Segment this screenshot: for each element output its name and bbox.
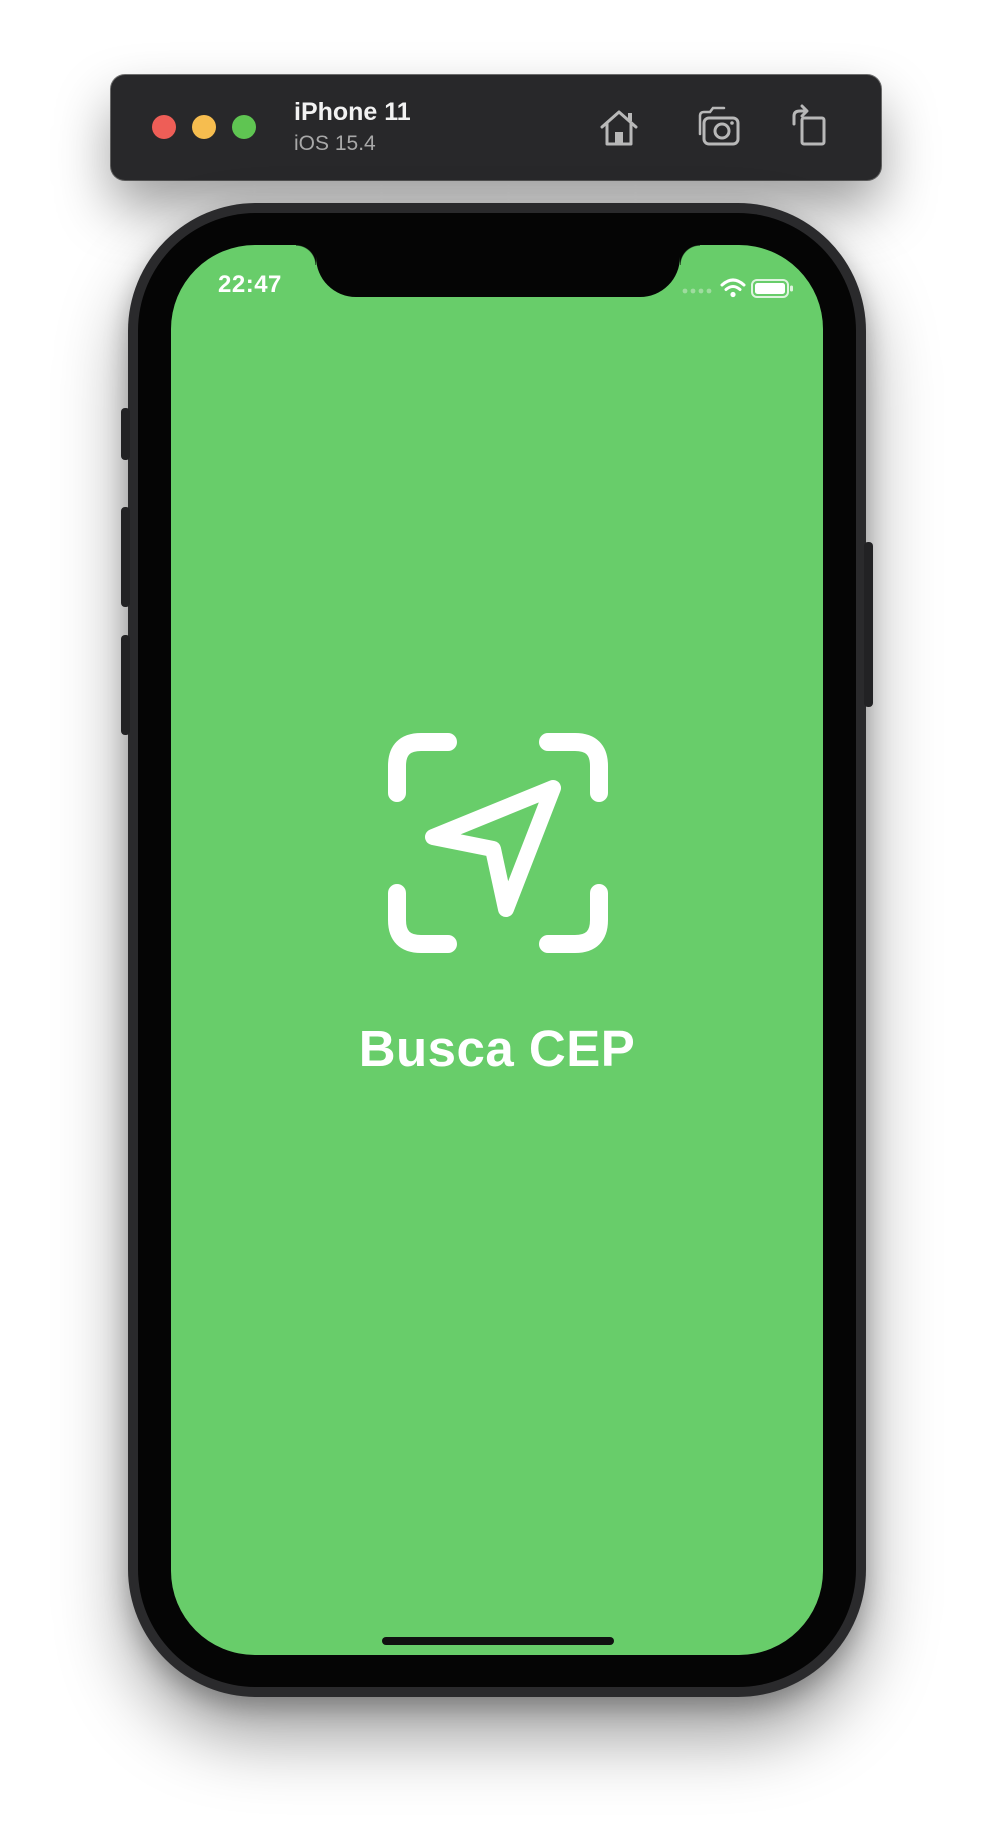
rotate-icon[interactable] xyxy=(786,104,832,150)
silent-switch xyxy=(121,408,130,460)
wifi-icon xyxy=(720,278,746,298)
zoom-window-button[interactable] xyxy=(232,115,256,139)
home-indicator[interactable] xyxy=(382,1637,614,1645)
home-icon[interactable] xyxy=(596,104,642,150)
simulator-toolbar xyxy=(111,75,881,180)
volume-up-button xyxy=(121,507,130,607)
location-arrow-viewfinder-icon xyxy=(388,733,608,953)
status-bar-icons xyxy=(682,278,793,298)
cellular-signal-icon xyxy=(682,288,712,294)
app-screen: 22:47 Busca CEP xyxy=(171,245,823,1655)
simulator-window: iPhone 11 iOS 15.4 22:47 Busca CEP xyxy=(0,0,994,1848)
volume-down-button xyxy=(121,635,130,735)
app-title: Busca CEP xyxy=(358,1020,636,1077)
side-power-button xyxy=(864,542,873,707)
camera-icon[interactable] xyxy=(696,104,742,150)
battery-icon xyxy=(751,279,793,298)
status-bar-time: 22:47 xyxy=(218,271,282,298)
notch xyxy=(296,245,700,297)
os-version: iOS 15.4 xyxy=(294,132,376,155)
device-name: iPhone 11 xyxy=(294,98,411,126)
minimize-window-button[interactable] xyxy=(192,115,216,139)
close-window-button[interactable] xyxy=(152,115,176,139)
